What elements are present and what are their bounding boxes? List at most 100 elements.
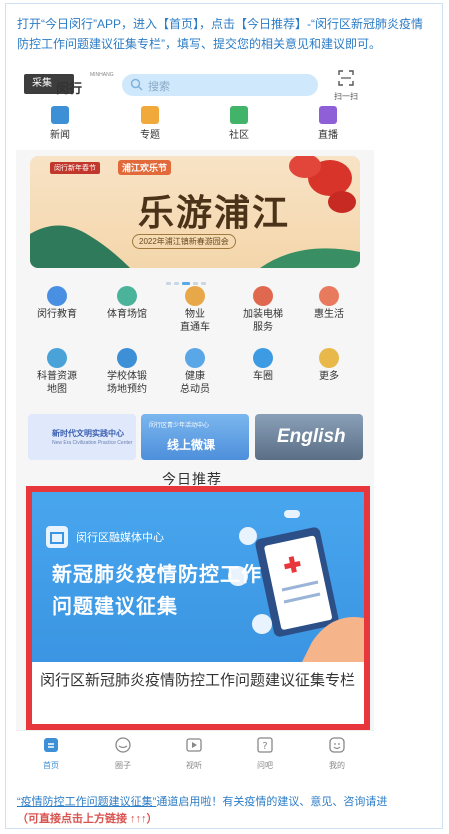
card-headline-1: 新冠肺炎疫情防控工作 xyxy=(52,564,262,586)
video-icon xyxy=(186,738,202,752)
home-icon xyxy=(44,738,58,752)
service-property[interactable]: 物业 直通车 xyxy=(162,286,228,334)
tab-ask[interactable]: ? 问吧 xyxy=(240,736,290,771)
promo-english[interactable]: English xyxy=(255,414,363,460)
science-map-icon xyxy=(47,348,67,368)
tab-label: 圈子 xyxy=(115,761,131,770)
life-icon xyxy=(319,286,339,306)
service-label: 车圈 xyxy=(253,371,273,382)
carousel-dot xyxy=(193,282,198,285)
carousel-dot xyxy=(166,282,171,285)
community-icon xyxy=(230,106,248,124)
service-label: 加装电梯 服务 xyxy=(243,309,283,333)
elevator-icon xyxy=(253,286,273,306)
tab-home[interactable]: 首页 xyxy=(26,736,76,771)
school-booking-icon xyxy=(117,348,137,368)
footer-text: 通道启用啦！有关疫情的建议、意见、咨询请进 xyxy=(156,796,388,808)
footer-note: （可直接点击上方链接 ↑↑↑） xyxy=(17,813,158,825)
card-title: 闵行区新冠肺炎疫情防控工作问题建议征集专栏 xyxy=(40,672,356,689)
app-logo-sub: MINHANG xyxy=(90,72,114,78)
tab-video[interactable]: 视听 xyxy=(169,736,219,771)
highlighted-recommend-card[interactable]: 闵行区融媒体中心 新冠肺炎疫情防控工作 问题建议征集 闵行区新冠肺炎疫情防控工作… xyxy=(26,486,370,730)
promo-label: 线上微课 xyxy=(167,438,216,452)
banner-title: 乐游浦江 xyxy=(138,192,291,234)
card-headline-2: 问题建议征集 xyxy=(52,596,178,618)
service-label: 惠生活 xyxy=(314,309,344,320)
live-icon xyxy=(319,106,337,124)
carousel-banner[interactable]: 闵行新年春节 浦江欢乐节 乐游浦江 2022年浦江镇新春游园会 xyxy=(30,156,360,268)
nav-news-label: 新闻 xyxy=(50,130,70,141)
promo-sub: New Era Civilization Practice Center xyxy=(52,440,133,446)
svg-text:?: ? xyxy=(262,741,267,752)
tab-label: 视听 xyxy=(186,761,202,770)
car-icon xyxy=(253,348,273,368)
service-elevator[interactable]: 加装电梯 服务 xyxy=(230,286,296,334)
search-icon xyxy=(130,78,143,91)
tab-mine[interactable]: 我的 xyxy=(312,736,362,771)
health-icon xyxy=(185,348,205,368)
service-label: 物业 直通车 xyxy=(180,309,210,333)
service-label: 科普资源 地图 xyxy=(37,371,77,395)
banner-subtitle: 2022年浦江镇新春游园会 xyxy=(132,234,236,249)
carousel-dot-active xyxy=(182,282,190,285)
tab-label: 问吧 xyxy=(257,761,273,770)
education-icon xyxy=(47,286,67,306)
service-more[interactable]: 更多 xyxy=(296,348,362,383)
question-icon: ? xyxy=(257,737,273,753)
service-label: 学校体锻 场地预约 xyxy=(107,371,147,395)
service-education[interactable]: 闵行教育 xyxy=(24,286,90,321)
promo-sub: 闵行区青少年活动中心 xyxy=(149,423,210,429)
news-icon xyxy=(51,106,69,124)
search-placeholder: 搜索 xyxy=(148,81,170,93)
service-sports[interactable]: 体育场馆 xyxy=(94,286,160,321)
tab-label: 首页 xyxy=(43,761,59,770)
property-icon xyxy=(185,286,205,306)
banner-tag-2: 浦江欢乐节 xyxy=(118,160,172,175)
scan-label: 扫一扫 xyxy=(334,92,358,101)
app-top-bar: 采集 闵行 MINHANG 搜索 扫一扫 xyxy=(16,64,374,104)
service-school-booking[interactable]: 学校体锻 场地预约 xyxy=(94,348,160,396)
collection-link[interactable]: “疫情防控工作问题建议征集” xyxy=(17,796,156,808)
service-label: 闵行教育 xyxy=(37,309,77,320)
scan-icon xyxy=(338,70,354,86)
nav-topic-label: 专题 xyxy=(140,130,160,141)
nav-community-label: 社区 xyxy=(229,130,249,141)
promo-label: 新时代文明实践中心 xyxy=(52,429,124,438)
bottom-tab-bar: 首页 圈子 视听 ? 问吧 我的 xyxy=(16,730,374,772)
promo-civilization[interactable]: 新时代文明实践中心 New Era Civilization Practice … xyxy=(28,414,136,460)
banner-tag: 闵行新年春节 xyxy=(50,162,100,174)
nav-news[interactable]: 新闻 xyxy=(30,106,90,141)
service-car[interactable]: 车圈 xyxy=(230,348,296,383)
nav-topic[interactable]: 专题 xyxy=(120,106,180,141)
tab-circle[interactable]: 圈子 xyxy=(98,736,148,771)
tab-label: 我的 xyxy=(329,761,345,770)
chat-bubble-icon xyxy=(115,737,131,753)
service-label: 健康 总动员 xyxy=(180,371,210,395)
app-logo: 闵行 xyxy=(56,81,83,96)
service-label: 更多 xyxy=(319,371,339,382)
main-nav-row: 新闻 专题 社区 直播 xyxy=(16,104,374,150)
card-body: 闵行区融媒体中心 新冠肺炎疫情防控工作 问题建议征集 闵行区新冠肺炎疫情防控工作… xyxy=(32,492,364,724)
card-org: 闵行区融媒体中心 xyxy=(76,532,164,544)
promo-online-course[interactable]: 闵行区青少年活动中心 线上微课 xyxy=(141,414,249,460)
scan-button[interactable]: 扫一扫 xyxy=(326,70,366,102)
service-health[interactable]: 健康 总动员 xyxy=(162,348,228,396)
carousel-dot xyxy=(201,282,206,285)
nav-live[interactable]: 直播 xyxy=(298,106,358,141)
service-grid: 闵行教育 体育场馆 物业 直通车 加装电梯 服务 惠生活 科普资源 地图 学校体… xyxy=(16,286,374,410)
topic-icon xyxy=(141,106,159,124)
nav-community[interactable]: 社区 xyxy=(209,106,269,141)
service-science-map[interactable]: 科普资源 地图 xyxy=(24,348,90,396)
search-input[interactable]: 搜索 xyxy=(122,74,318,96)
promo-label: English xyxy=(277,426,346,447)
app-screenshot: 采集 闵行 MINHANG 搜索 扫一扫 新闻 专题 社区 直播 闵行新年春节 … xyxy=(16,64,374,772)
sports-icon xyxy=(117,286,137,306)
smile-icon xyxy=(329,737,345,753)
card-image: 闵行区融媒体中心 新冠肺炎疫情防控工作 问题建议征集 xyxy=(32,492,364,662)
instruction-text: 打开“今日闵行”APP，进入【首页】，点击【今日推荐】-“闵行区新冠肺炎疫情防控… xyxy=(17,17,423,51)
service-label: 体育场馆 xyxy=(107,309,147,320)
more-icon xyxy=(319,348,339,368)
service-life[interactable]: 惠生活 xyxy=(296,286,362,321)
nav-live-label: 直播 xyxy=(318,130,338,141)
carousel-dot xyxy=(174,282,179,285)
